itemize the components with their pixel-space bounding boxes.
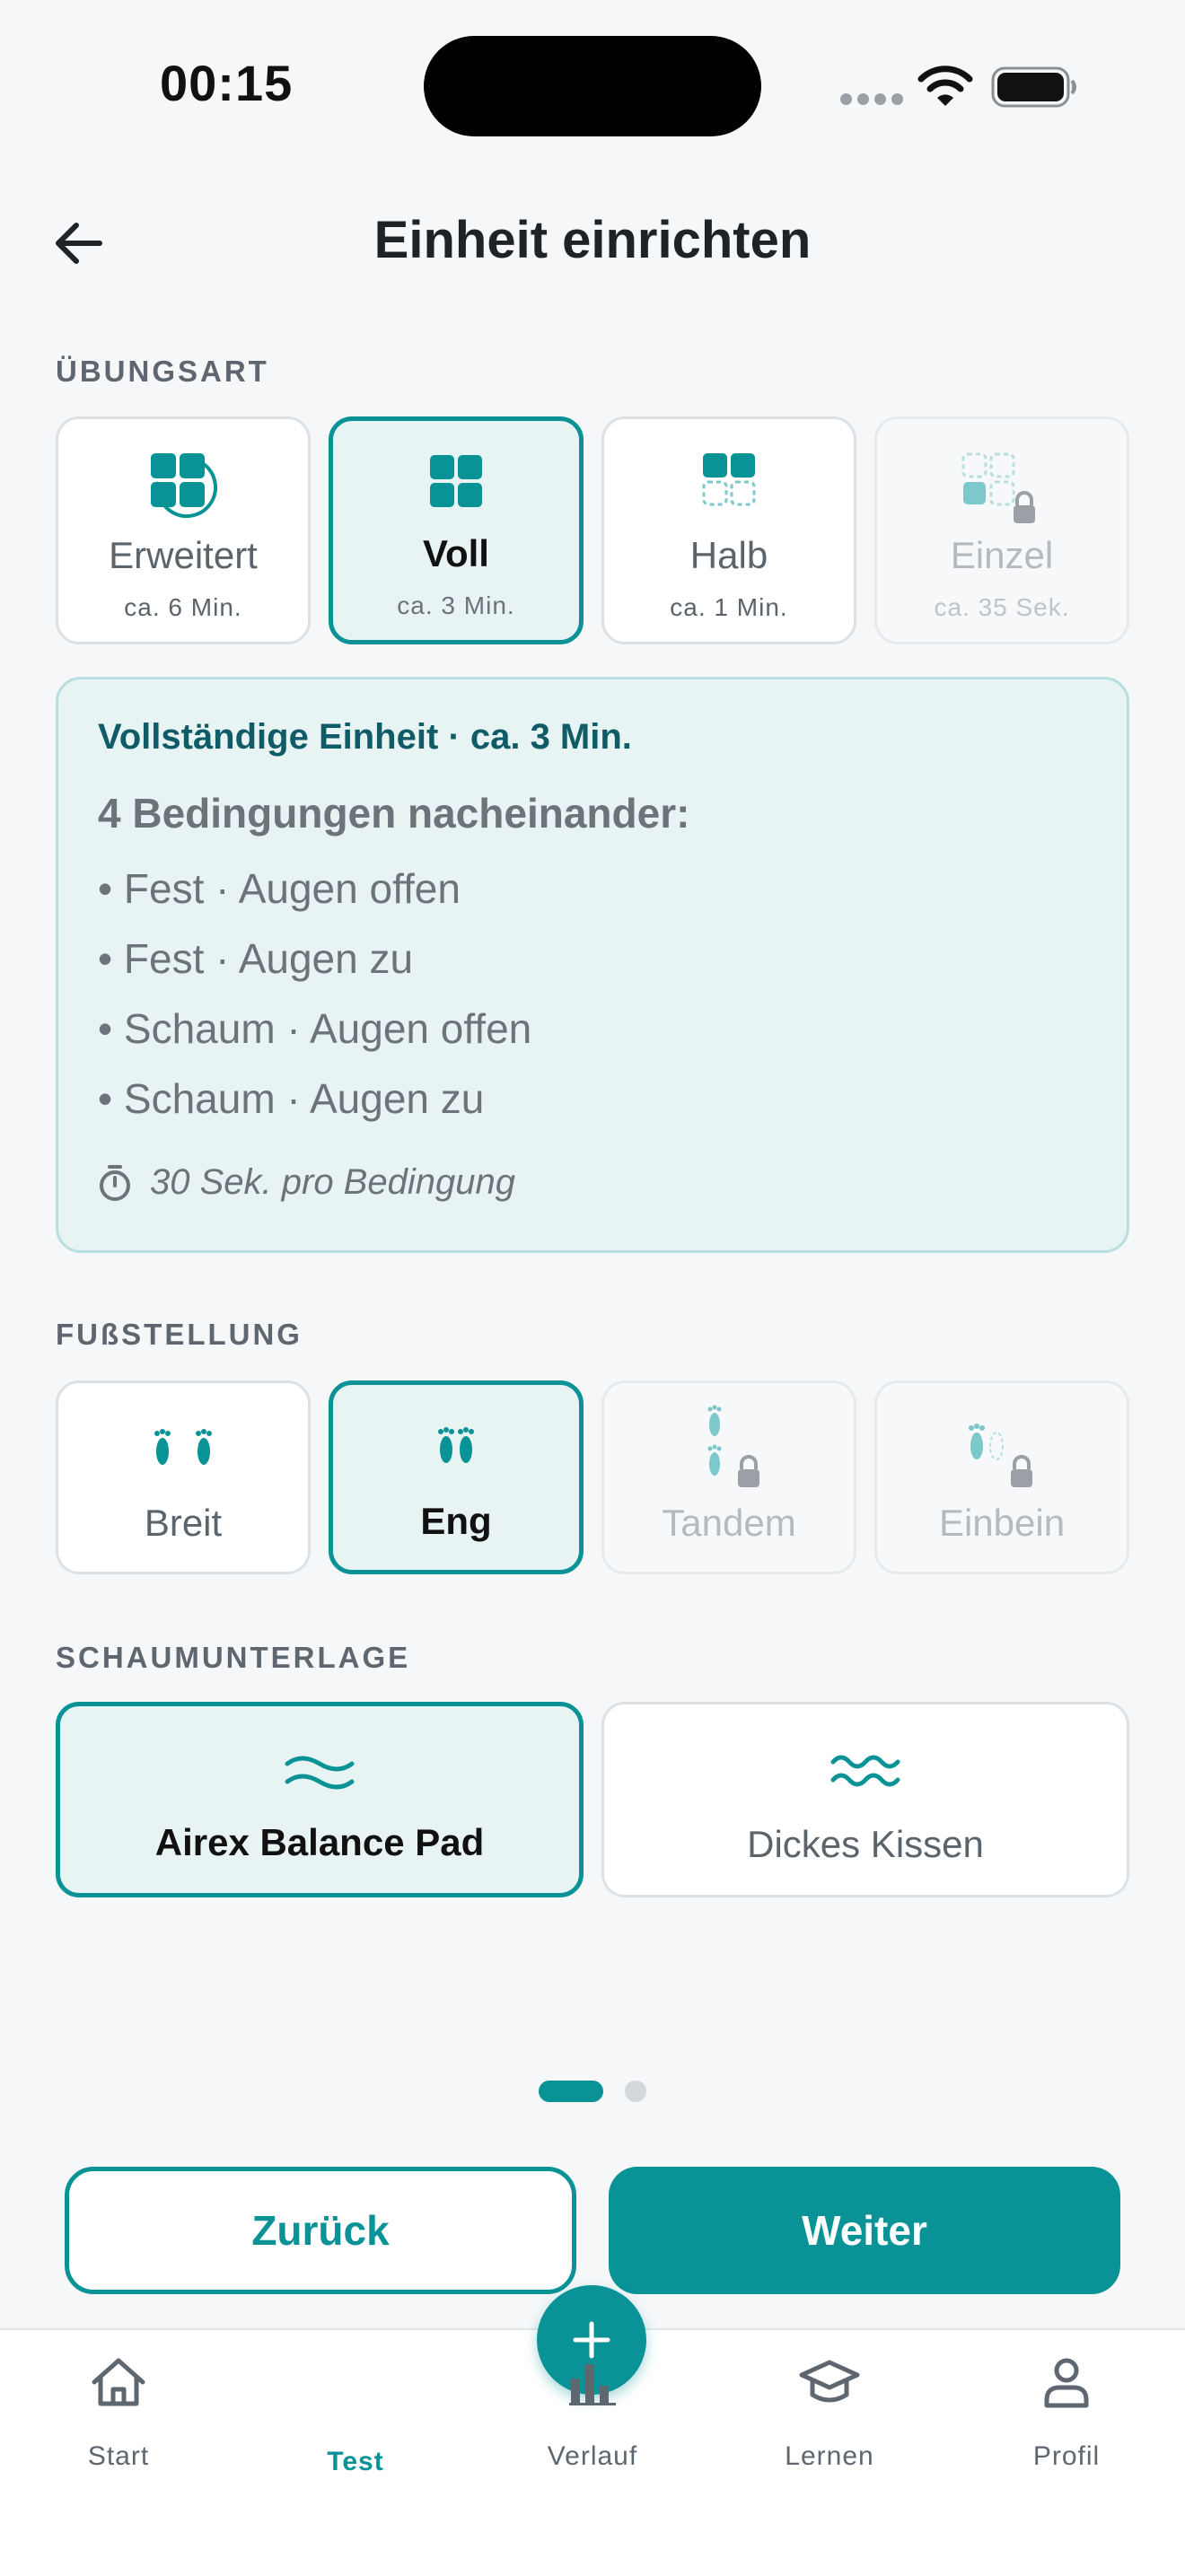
grid-full-icon xyxy=(333,453,579,509)
option-duration: ca. 1 Min. xyxy=(670,593,788,621)
timer-note: 30 Sek. pro Bedingung xyxy=(98,1162,515,1203)
foot-option-tandem[interactable]: Tandem xyxy=(601,1380,856,1574)
option-title: Tandem xyxy=(662,1502,796,1544)
info-subheading: 4 Bedingungen nacheinander: xyxy=(98,790,690,837)
person-icon xyxy=(948,2355,1185,2409)
option-title: Eng xyxy=(420,1500,492,1542)
option-duration: ca. 3 Min. xyxy=(397,591,515,619)
page-indicator-active xyxy=(539,2081,603,2102)
tab-label: Verlauf xyxy=(547,2441,638,2471)
feet-tandem-locked-icon xyxy=(604,1403,854,1489)
next-button[interactable]: Weiter xyxy=(609,2167,1120,2294)
dynamic-island xyxy=(424,36,761,136)
tab-start[interactable]: Start xyxy=(0,2330,237,2510)
tab-verlauf[interactable]: Verlauf xyxy=(474,2330,711,2510)
option-title: Breit xyxy=(144,1502,223,1544)
battery-icon xyxy=(991,66,1076,108)
feet-wide-icon xyxy=(58,1426,308,1469)
condition-item: • Schaum · Augen zu xyxy=(98,1075,485,1122)
exercise-option-voll[interactable]: Voll ca. 3 Min. xyxy=(329,416,584,644)
home-icon xyxy=(0,2355,237,2409)
condition-item: • Fest · Augen offen xyxy=(98,865,461,912)
option-title: Erweitert xyxy=(109,534,258,576)
tab-label: Start xyxy=(87,2441,150,2471)
feet-narrow-icon xyxy=(333,1424,579,1468)
tab-lernen[interactable]: Lernen xyxy=(711,2330,948,2510)
waves-double-icon xyxy=(604,1749,1127,1791)
grid-half-icon xyxy=(604,451,854,507)
exercise-option-halb[interactable]: Halb ca. 1 Min. xyxy=(601,416,856,644)
section-label-foam: SCHAUMUNTERLAGE xyxy=(56,1641,411,1674)
option-title: Airex Balance Pad xyxy=(154,1821,485,1863)
status-time: 00:15 xyxy=(160,55,294,111)
tab-bar: Start Test Verlauf Lernen Profil xyxy=(0,2285,1185,2576)
condition-item: • Fest · Augen zu xyxy=(98,935,414,982)
stopwatch-icon xyxy=(100,1164,130,1201)
graduation-cap-icon xyxy=(711,2355,948,2409)
option-duration: ca. 6 Min. xyxy=(124,593,242,621)
page-title: Einheit einrichten xyxy=(373,211,812,269)
condition-item: • Schaum · Augen offen xyxy=(98,1005,532,1052)
info-heading: Vollständige Einheit · ca. 3 Min. xyxy=(98,717,632,757)
wifi-icon xyxy=(917,66,973,106)
page-indicator xyxy=(625,2081,646,2102)
option-title: Einzel xyxy=(950,534,1054,576)
option-title: Einbein xyxy=(938,1502,1066,1544)
cellular-signal-icon xyxy=(840,93,903,105)
exercise-option-einzel[interactable]: Einzel ca. 35 Sek. xyxy=(874,416,1129,644)
back-button[interactable]: Zurück xyxy=(65,2167,576,2294)
section-label-foot-position: FUßSTELLUNG xyxy=(56,1318,303,1351)
foam-option-airex[interactable]: Airex Balance Pad xyxy=(56,1702,584,1897)
tab-test[interactable]: Test xyxy=(237,2285,646,2510)
foot-option-eng[interactable]: Eng xyxy=(329,1380,584,1574)
foot-option-breit[interactable]: Breit xyxy=(56,1380,311,1574)
bar-chart-icon xyxy=(474,2355,711,2409)
session-info-panel: Vollständige Einheit · ca. 3 Min. 4 Bedi… xyxy=(56,677,1129,1253)
tab-label: Profil xyxy=(1032,2441,1101,2471)
foot-single-locked-icon xyxy=(877,1423,1127,1489)
tab-label: Test xyxy=(327,2447,384,2476)
foot-option-einbein[interactable]: Einbein xyxy=(874,1380,1129,1574)
exercise-option-erweitert[interactable]: Erweitert ca. 6 Min. xyxy=(56,416,311,644)
option-title: Dickes Kissen xyxy=(747,1823,984,1865)
grid-extended-icon xyxy=(58,451,308,520)
foam-option-dickes-kissen[interactable]: Dickes Kissen xyxy=(601,1702,1129,1897)
section-label-exercise-type: ÜBUNGSART xyxy=(56,355,269,388)
option-title: Voll xyxy=(423,532,489,574)
tab-label: Lernen xyxy=(785,2441,874,2471)
option-title: Halb xyxy=(689,534,768,576)
grid-single-locked-icon xyxy=(877,451,1127,527)
tab-profil[interactable]: Profil xyxy=(948,2330,1185,2510)
waves-icon xyxy=(60,1751,579,1792)
timer-text: 30 Sek. pro Bedingung xyxy=(150,1162,515,1202)
option-duration: ca. 35 Sek. xyxy=(934,593,1070,621)
